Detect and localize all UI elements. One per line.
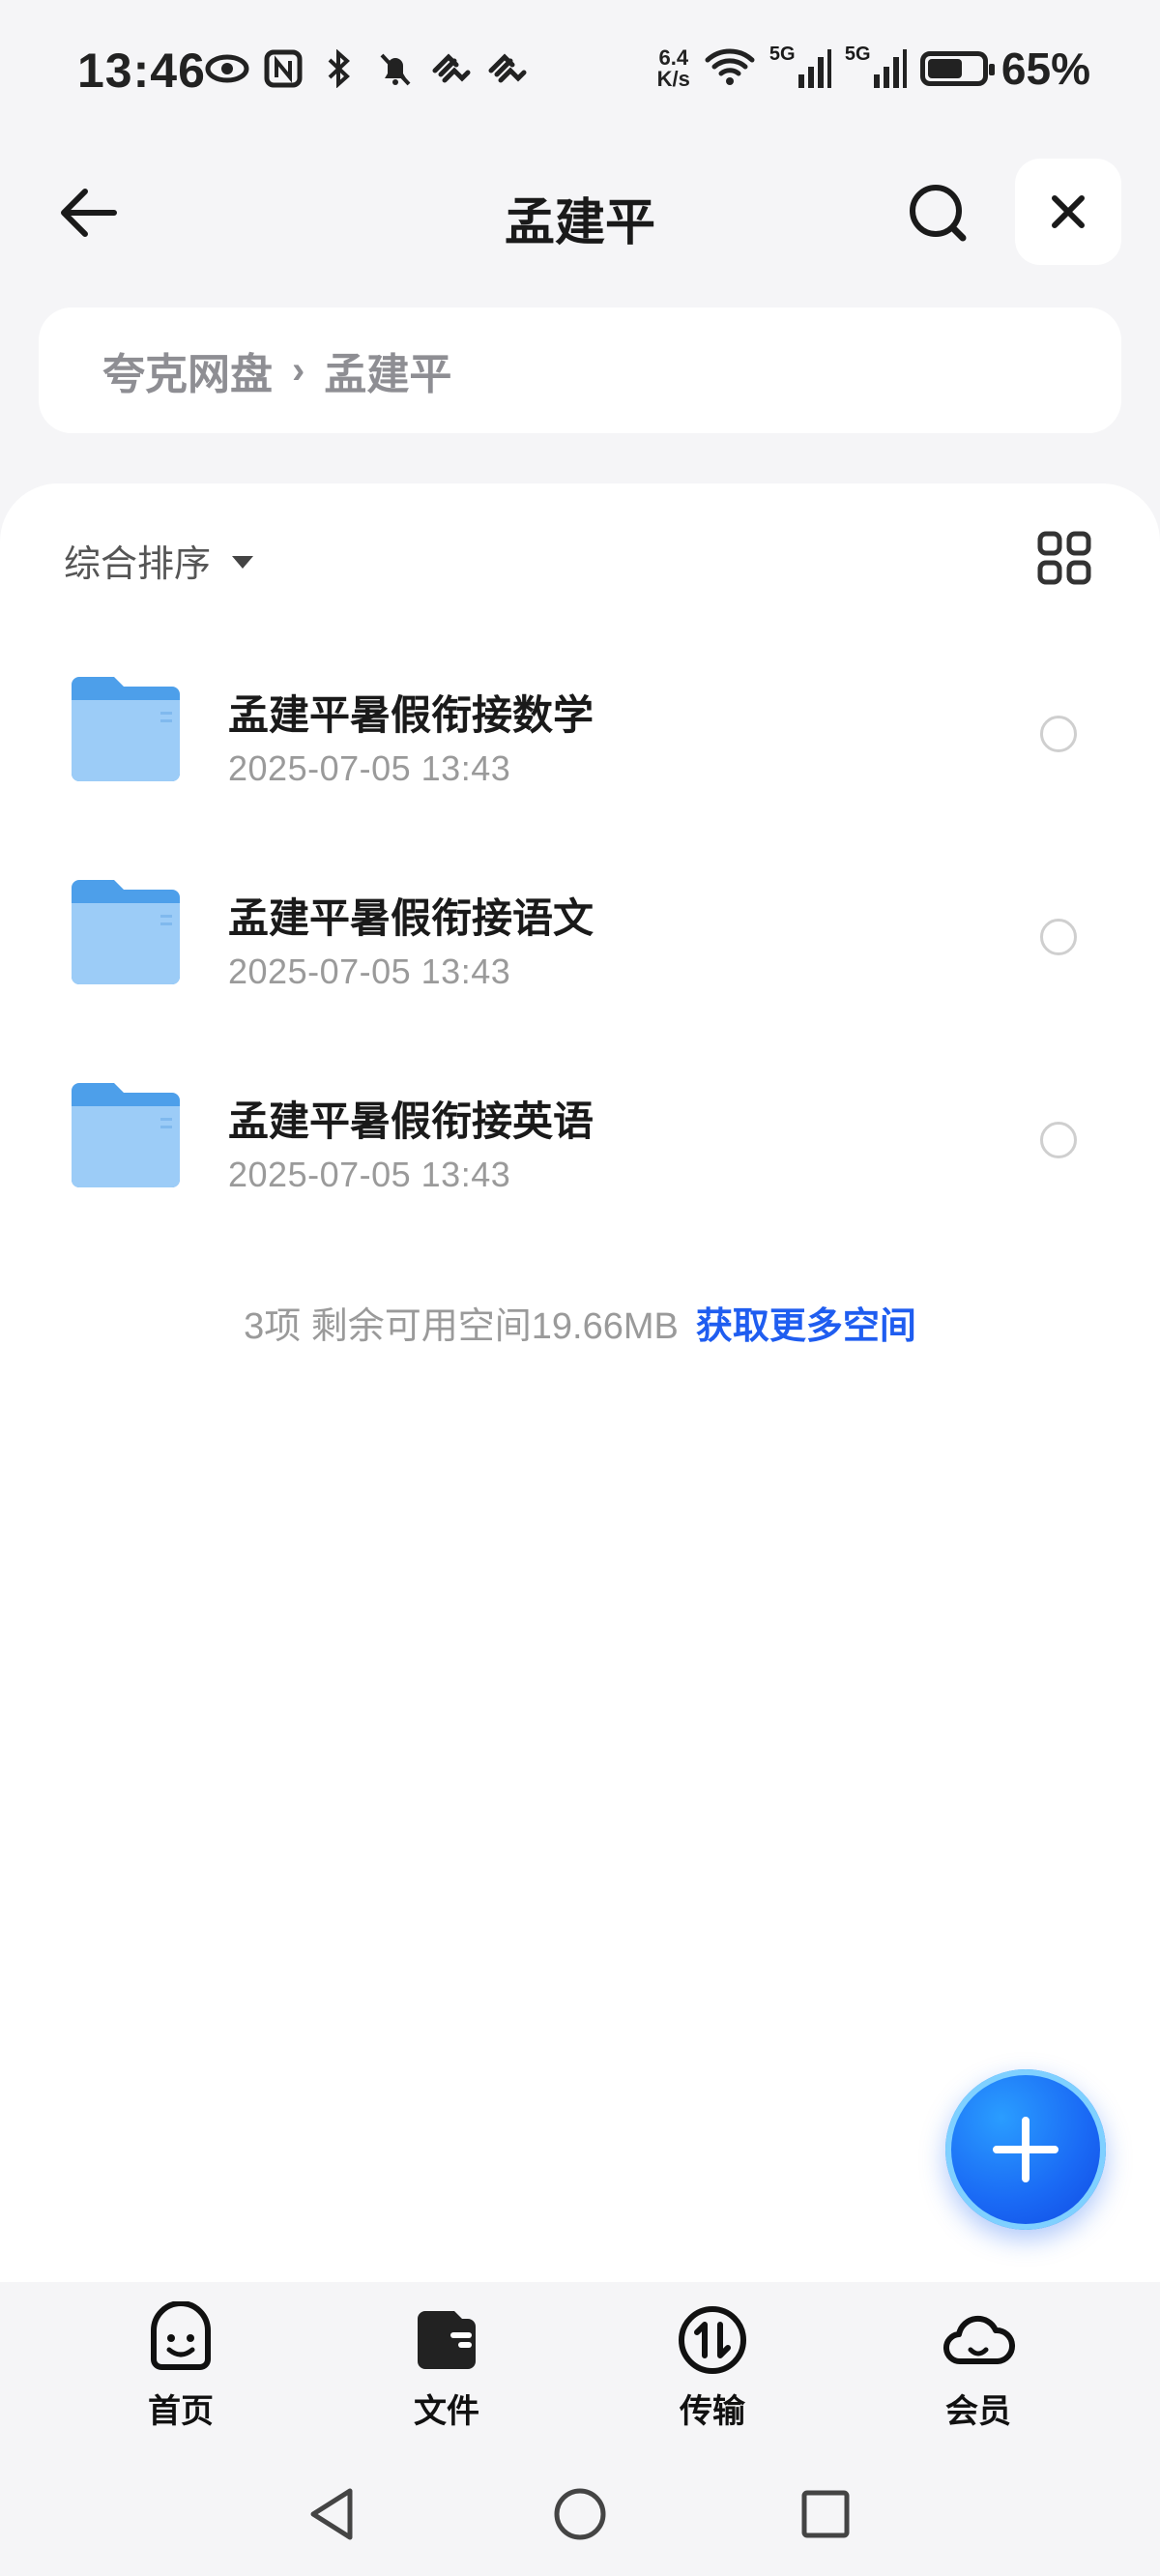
file-name: 孟建平暑假衔接数学 bbox=[228, 692, 594, 738]
sort-label: 综合排序 bbox=[64, 544, 212, 585]
plus-icon bbox=[993, 2117, 1058, 2182]
sort-dropdown[interactable]: 综合排序 bbox=[64, 534, 254, 587]
grid-view-toggle[interactable] bbox=[1036, 530, 1092, 586]
status-icons-right: 6.4 K/s 5G 5G 65% bbox=[657, 43, 1090, 95]
close-button[interactable] bbox=[1015, 159, 1121, 265]
folder-icon bbox=[72, 677, 180, 781]
page-title: 孟建平 bbox=[504, 195, 655, 251]
app-notification-icon-1 bbox=[429, 46, 474, 91]
status-icons-left bbox=[205, 46, 530, 91]
nav-back-icon[interactable] bbox=[302, 2483, 363, 2545]
app-notification-icon-2 bbox=[485, 46, 530, 91]
storage-summary: 3项 剩余可用空间19.66MB 获取更多空间 bbox=[0, 1296, 1160, 1349]
file-row[interactable]: 孟建平暑假衔接英语 2025-07-05 13:43 bbox=[0, 1040, 1160, 1244]
file-row[interactable]: 孟建平暑假衔接数学 2025-07-05 13:43 bbox=[0, 634, 1160, 837]
cell-signal-icon-2: 5G bbox=[844, 44, 907, 90]
bottom-tab-bar: 首页 文件 传输 会员 bbox=[0, 2282, 1160, 2430]
file-row[interactable]: 孟建平暑假衔接语文 2025-07-05 13:43 bbox=[0, 837, 1160, 1040]
battery-fill bbox=[927, 59, 963, 78]
system-navigation-bar bbox=[0, 2456, 1160, 2576]
eye-icon bbox=[205, 46, 249, 91]
file-name: 孟建平暑假衔接英语 bbox=[228, 1098, 594, 1144]
nfc-icon bbox=[261, 46, 305, 91]
tab-label: 首页 bbox=[148, 2393, 214, 2430]
net-speed-unit: K/s bbox=[656, 67, 690, 91]
nav-home-icon[interactable] bbox=[549, 2483, 611, 2545]
file-date: 2025-07-05 13:43 bbox=[228, 951, 511, 991]
mute-bell-icon bbox=[373, 46, 418, 91]
select-checkbox[interactable] bbox=[1040, 919, 1077, 955]
net-speed-value: 6.4 bbox=[658, 45, 689, 70]
net-speed: 6.4 K/s bbox=[657, 47, 690, 90]
nav-recents-icon[interactable] bbox=[795, 2483, 856, 2545]
wifi-icon bbox=[704, 46, 756, 92]
tab-files[interactable]: 文件 bbox=[369, 2301, 524, 2432]
file-date: 2025-07-05 13:43 bbox=[228, 1155, 511, 1194]
tab-label: 会员 bbox=[945, 2393, 1011, 2430]
tab-transfer[interactable]: 传输 bbox=[635, 2301, 790, 2432]
close-icon bbox=[1052, 195, 1085, 228]
file-name: 孟建平暑假衔接语文 bbox=[228, 895, 594, 941]
add-button[interactable] bbox=[945, 2069, 1106, 2230]
folder-icon bbox=[72, 1083, 180, 1187]
smiley-home-icon bbox=[151, 2301, 211, 2370]
caret-down-icon bbox=[232, 556, 254, 569]
get-more-space-link[interactable]: 获取更多空间 bbox=[696, 1306, 916, 1347]
transfer-arrows-icon bbox=[679, 2306, 746, 2374]
breadcrumb: 夸克网盘 › 孟建平 bbox=[39, 307, 1121, 433]
search-button[interactable] bbox=[899, 174, 976, 251]
cloud-member-icon bbox=[942, 2315, 1015, 2365]
signal-1-label: 5G bbox=[768, 44, 796, 65]
folder-icon bbox=[72, 880, 180, 984]
breadcrumb-item-root[interactable]: 夸克网盘 bbox=[102, 339, 273, 401]
grid-view-icon bbox=[1037, 531, 1091, 585]
status-time: 13:46 bbox=[77, 44, 206, 98]
tab-label: 传输 bbox=[680, 2393, 745, 2430]
storage-summary-text: 3项 剩余可用空间19.66MB bbox=[244, 1306, 679, 1347]
search-icon bbox=[910, 185, 967, 242]
status-bar: 13:46 6.4 K/s 5G 5G 65% bbox=[0, 0, 1160, 145]
select-checkbox[interactable] bbox=[1040, 716, 1077, 752]
cell-signal-icon-1: 5G bbox=[768, 44, 831, 90]
tab-home[interactable]: 首页 bbox=[103, 2301, 258, 2432]
signal-2-label: 5G bbox=[844, 44, 871, 65]
battery-percent: 65% bbox=[1000, 44, 1090, 94]
tab-label: 文件 bbox=[414, 2393, 479, 2430]
select-checkbox[interactable] bbox=[1040, 1122, 1077, 1158]
wallet-file-icon bbox=[418, 2311, 476, 2369]
battery-icon bbox=[919, 51, 995, 86]
breadcrumb-item-current[interactable]: 孟建平 bbox=[324, 339, 451, 401]
chevron-right-icon: › bbox=[292, 348, 305, 392]
tab-member[interactable]: 会员 bbox=[901, 2301, 1056, 2432]
file-date: 2025-07-05 13:43 bbox=[228, 748, 511, 788]
bluetooth-icon bbox=[317, 46, 362, 91]
